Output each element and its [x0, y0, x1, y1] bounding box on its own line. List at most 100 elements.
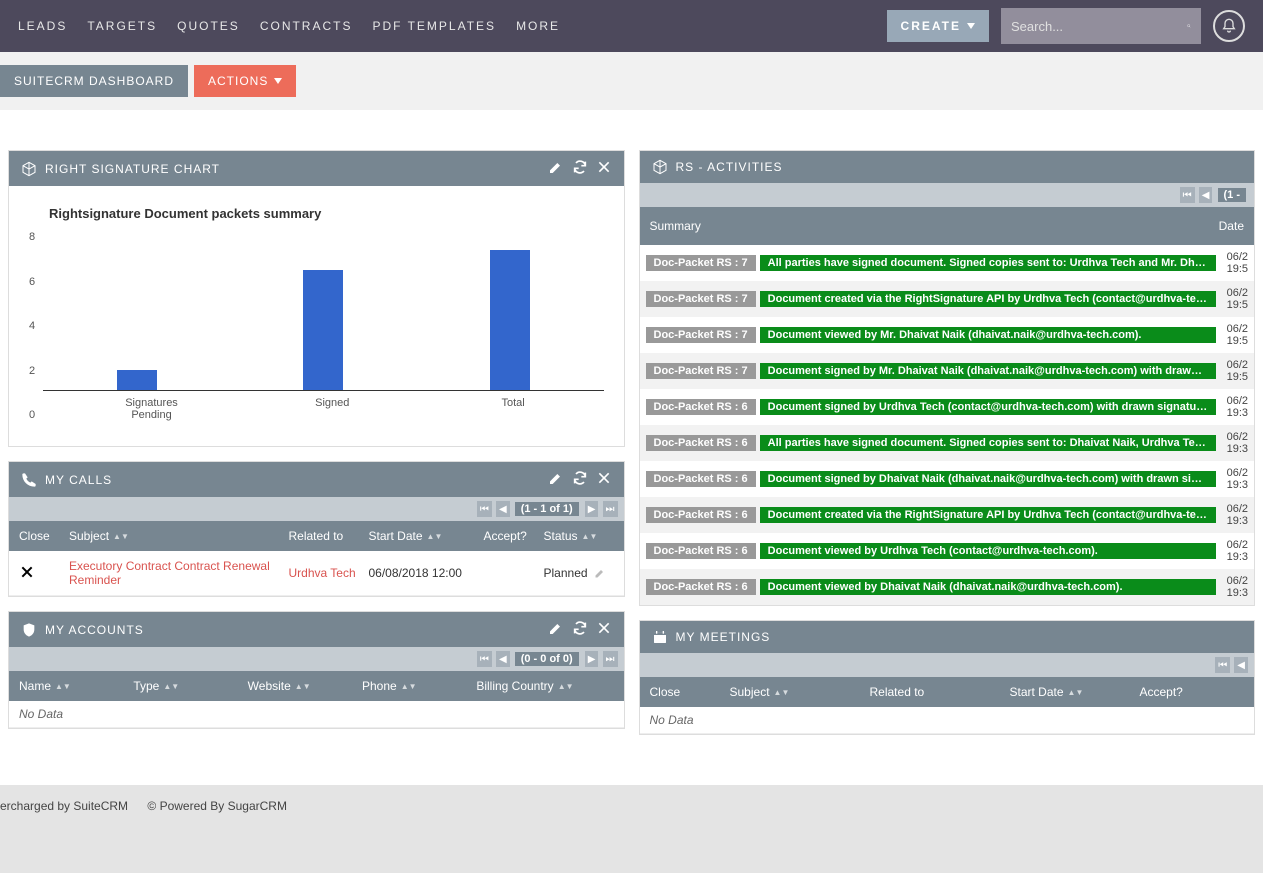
edit-icon[interactable] [548, 159, 564, 178]
activity-date: 06/219:5 [1220, 323, 1248, 347]
activity-row[interactable]: Doc-Packet RS : 7Document signed by Mr. … [640, 353, 1255, 389]
close-icon[interactable] [596, 620, 612, 639]
activity-date: 06/219:5 [1220, 359, 1248, 383]
table-header: Name▲▼ Type▲▼ Website▲▼ Phone▲▼ Billing … [9, 671, 624, 701]
close-icon[interactable] [596, 470, 612, 489]
activity-message: Document signed by Dhaivat Naik (dhaivat… [760, 471, 1216, 487]
edit-row-icon[interactable] [594, 565, 606, 581]
nav-contracts[interactable]: CONTRACTS [260, 19, 353, 33]
pager-prev[interactable]: ◀ [496, 651, 510, 667]
nav-more[interactable]: MORE [516, 19, 560, 33]
top-nav: LEADS TARGETS QUOTES CONTRACTS PDF TEMPL… [0, 0, 1263, 52]
col-accept[interactable]: Accept? [1140, 685, 1245, 699]
create-label: CREATE [901, 19, 961, 33]
sub-nav: SUITECRM DASHBOARD ACTIONS [0, 52, 1263, 110]
pager-first[interactable]: ⏮ [1215, 657, 1230, 673]
shield-icon [21, 622, 37, 638]
nav-targets[interactable]: TARGETS [87, 19, 157, 33]
create-button[interactable]: CREATE [887, 10, 989, 42]
panel-header: MY CALLS [9, 462, 624, 497]
activity-date: 06/219:3 [1220, 539, 1248, 563]
pager-first[interactable]: ⏮ [1180, 187, 1195, 203]
footer-left: ercharged by SuiteCRM [0, 799, 128, 813]
panel-title: RS - ACTIVITIES [676, 160, 1243, 174]
chart-plot [43, 231, 603, 391]
search-icon[interactable] [1187, 18, 1191, 34]
activity-date: 06/219:3 [1220, 575, 1248, 599]
call-subject-link[interactable]: Executory Contract Contract Renewal Remi… [69, 559, 289, 587]
col-subject[interactable]: Subject▲▼ [730, 685, 870, 699]
activities-header: Summary Date [640, 207, 1255, 245]
col-subject[interactable]: Subject▲▼ [69, 529, 289, 543]
actions-button[interactable]: ACTIONS [194, 65, 296, 97]
col-start[interactable]: Start Date▲▼ [369, 529, 484, 543]
activity-row[interactable]: Doc-Packet RS : 7Document created via th… [640, 281, 1255, 317]
col-name[interactable]: Name▲▼ [19, 679, 133, 693]
pager-label: (1 - 1 of 1) [515, 502, 579, 516]
activity-row[interactable]: Doc-Packet RS : 6Document signed by Urdh… [640, 389, 1255, 425]
call-related-link[interactable]: Urdhva Tech [289, 566, 369, 580]
col-related[interactable]: Related to [870, 685, 1010, 699]
col-accept[interactable]: Accept? [484, 529, 544, 543]
activity-row[interactable]: Doc-Packet RS : 6All parties have signed… [640, 425, 1255, 461]
notifications-button[interactable] [1213, 10, 1245, 42]
edit-icon[interactable] [548, 620, 564, 639]
activity-date: 06/219:3 [1220, 431, 1248, 455]
cube-icon [652, 159, 668, 175]
pager-prev[interactable]: ◀ [496, 501, 510, 517]
dashboard-button[interactable]: SUITECRM DASHBOARD [0, 65, 188, 97]
nav-leads[interactable]: LEADS [18, 19, 67, 33]
col-related[interactable]: Related to [289, 529, 369, 543]
chart-bar [283, 270, 363, 390]
activity-message: All parties have signed document. Signed… [760, 435, 1216, 451]
col-type[interactable]: Type▲▼ [133, 679, 247, 693]
col-phone[interactable]: Phone▲▼ [362, 679, 476, 693]
refresh-icon[interactable] [572, 620, 588, 639]
chart-bar [470, 250, 550, 390]
pager: ⏮ ◀ (1 - 1 of 1) ▶ ⏭ [9, 497, 624, 521]
pager-prev[interactable]: ◀ [1234, 657, 1248, 673]
activity-tag: Doc-Packet RS : 7 [646, 291, 756, 307]
pager-prev[interactable]: ◀ [1199, 187, 1213, 203]
activity-date: 06/219:3 [1220, 395, 1248, 419]
col-close[interactable]: Close [19, 529, 69, 543]
close-row-icon[interactable] [19, 564, 69, 583]
col-website[interactable]: Website▲▼ [248, 679, 362, 693]
refresh-icon[interactable] [572, 159, 588, 178]
pager-first[interactable]: ⏮ [477, 651, 492, 667]
pager-last[interactable]: ⏭ [603, 651, 618, 667]
activity-row[interactable]: Doc-Packet RS : 6Document viewed by Dhai… [640, 569, 1255, 605]
call-status: Planned [544, 565, 614, 581]
col-start[interactable]: Start Date▲▼ [1010, 685, 1140, 699]
activity-date: 06/219:5 [1220, 287, 1248, 311]
nav-items: LEADS TARGETS QUOTES CONTRACTS PDF TEMPL… [18, 19, 560, 33]
pager-next[interactable]: ▶ [585, 651, 599, 667]
col-close[interactable]: Close [650, 685, 730, 699]
refresh-icon[interactable] [572, 470, 588, 489]
activity-tag: Doc-Packet RS : 6 [646, 543, 756, 559]
activity-row[interactable]: Doc-Packet RS : 6Document viewed by Urdh… [640, 533, 1255, 569]
activity-row[interactable]: Doc-Packet RS : 6Document created via th… [640, 497, 1255, 533]
pager-last[interactable]: ⏭ [603, 501, 618, 517]
close-icon[interactable] [596, 159, 612, 178]
nav-quotes[interactable]: QUOTES [177, 19, 240, 33]
activity-date: 06/219:5 [1220, 251, 1248, 275]
no-data-row: No Data [640, 707, 1255, 734]
table-header: Close Subject▲▼ Related to Start Date▲▼ … [640, 677, 1255, 707]
edit-icon[interactable] [548, 470, 564, 489]
col-summary[interactable]: Summary [650, 219, 701, 233]
activity-row[interactable]: Doc-Packet RS : 7All parties have signed… [640, 245, 1255, 281]
pager-next[interactable]: ▶ [585, 501, 599, 517]
pager-first[interactable]: ⏮ [477, 501, 492, 517]
footer-right: © Powered By SugarCRM [147, 799, 287, 813]
panel-header: MY MEETINGS [640, 621, 1255, 653]
activity-row[interactable]: Doc-Packet RS : 7Document viewed by Mr. … [640, 317, 1255, 353]
col-billing[interactable]: Billing Country▲▼ [476, 679, 613, 693]
search-input[interactable] [1011, 19, 1187, 34]
footer: ercharged by SuiteCRM © Powered By Sugar… [0, 785, 1263, 873]
col-date[interactable]: Date [1219, 219, 1244, 233]
activity-row[interactable]: Doc-Packet RS : 6Document signed by Dhai… [640, 461, 1255, 497]
col-status[interactable]: Status▲▼ [544, 529, 614, 543]
nav-pdf-templates[interactable]: PDF TEMPLATES [372, 19, 496, 33]
accounts-panel: MY ACCOUNTS ⏮ ◀ (0 - 0 of 0) ▶ ⏭ Name▲▼ … [8, 611, 625, 729]
